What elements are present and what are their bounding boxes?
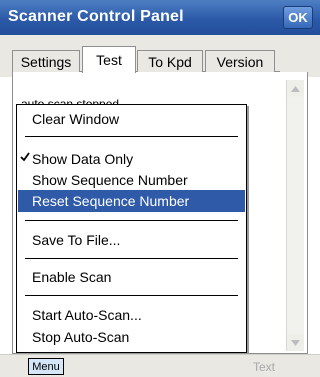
checkmark-icon bbox=[20, 151, 30, 165]
menu-item-show-sequence-number[interactable]: Show Sequence Number bbox=[18, 169, 245, 191]
tab-settings[interactable]: Settings bbox=[12, 50, 80, 72]
menu-item-stop-auto-scan[interactable]: Stop Auto-Scan bbox=[18, 326, 245, 348]
menu-separator bbox=[25, 295, 238, 296]
context-menu: Clear Window Show Data Only Show Sequenc… bbox=[16, 104, 247, 353]
vertical-scrollbar[interactable] bbox=[286, 80, 304, 351]
title-bar: Scanner Control Panel OK bbox=[0, 0, 320, 35]
ok-button[interactable]: OK bbox=[283, 6, 313, 29]
menu-separator bbox=[25, 220, 238, 221]
menu-item-label: Reset Sequence Number bbox=[32, 193, 190, 209]
tab-to-kpd[interactable]: To Kpd bbox=[137, 50, 203, 72]
menu-item-label: Show Data Only bbox=[32, 151, 134, 167]
menu-item-save-to-file[interactable]: Save To File... bbox=[18, 229, 245, 251]
menu-item-start-auto-scan[interactable]: Start Auto-Scan... bbox=[18, 304, 245, 326]
menu-item-label: Start Auto-Scan... bbox=[32, 307, 142, 323]
menu-item-enable-scan[interactable]: Enable Scan bbox=[18, 266, 245, 288]
window-title: Scanner Control Panel bbox=[8, 8, 184, 25]
tab-test[interactable]: Test bbox=[82, 46, 136, 73]
menu-item-reset-sequence-number[interactable]: Reset Sequence Number bbox=[18, 190, 245, 212]
text-soft-key[interactable]: Text bbox=[253, 360, 275, 374]
scroll-up-icon[interactable] bbox=[287, 80, 304, 97]
menu-item-clear-window[interactable]: Clear Window bbox=[18, 108, 245, 130]
tab-version[interactable]: Version bbox=[205, 50, 275, 72]
menu-item-label: Clear Window bbox=[32, 111, 120, 127]
menu-item-show-data-only[interactable]: Show Data Only bbox=[18, 148, 245, 170]
menu-item-label: Show Sequence Number bbox=[32, 172, 188, 188]
menu-item-label: Save To File... bbox=[32, 232, 121, 248]
menu-separator bbox=[25, 136, 238, 137]
menu-button[interactable]: Menu bbox=[28, 358, 64, 375]
menu-item-label: Stop Auto-Scan bbox=[32, 329, 130, 345]
menu-separator bbox=[25, 258, 238, 259]
menu-item-label: Enable Scan bbox=[32, 269, 112, 285]
scroll-down-icon[interactable] bbox=[287, 334, 304, 351]
